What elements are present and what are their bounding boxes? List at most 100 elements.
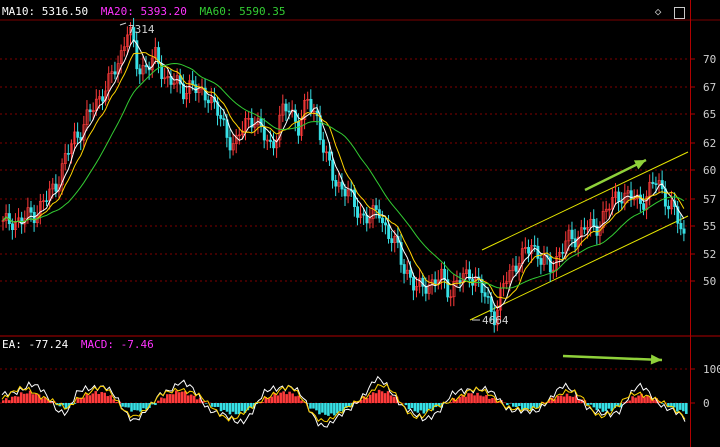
ma10-label: MA10: 5316.50 [2, 5, 89, 18]
macd-bar [136, 403, 139, 411]
candle-body [536, 245, 540, 259]
diamond-icon[interactable]: ◇ [652, 6, 664, 18]
y-tick-label: 52 [703, 248, 716, 261]
macd-bar [676, 403, 679, 412]
candle-body [321, 139, 325, 153]
macd-bar [410, 403, 414, 409]
candle-body [11, 223, 14, 231]
macd-bar [634, 397, 637, 403]
macd-bar [595, 403, 599, 411]
candle-body [592, 218, 596, 227]
candle-body [219, 115, 223, 119]
macd-bar [517, 403, 521, 407]
candle-body [408, 269, 412, 278]
y-tick-label: 57 [703, 193, 716, 206]
macd-bar [392, 396, 396, 403]
macd-bar [324, 403, 327, 415]
candle-body [527, 247, 531, 254]
macd-histogram [1, 375, 688, 428]
macd-bar [163, 398, 166, 403]
trend-arrow-bottom-head [650, 354, 662, 365]
macd-bar [270, 396, 274, 403]
restore-icon[interactable] [674, 7, 685, 19]
annotations: 7314 4664 [119, 22, 663, 365]
macd-bar [371, 392, 375, 403]
macd-bar [276, 395, 279, 403]
candle-body [331, 159, 335, 181]
macd-bar [189, 394, 193, 403]
candle-body [54, 183, 58, 192]
stock-chart[interactable]: 70 67 65 62 60 57 55 52 50 100 0 7314 4664 [0, 0, 720, 447]
candle-body [424, 286, 428, 294]
macd-bar [339, 403, 342, 412]
candle-body [486, 296, 490, 298]
ma10-line [2, 39, 685, 309]
macd-bar [377, 389, 381, 403]
candle-body [654, 183, 658, 185]
candlestick-series [1, 17, 686, 333]
macd-bar [315, 403, 318, 411]
macd-bar [386, 391, 390, 403]
macd-bar [210, 403, 214, 407]
candle-body [284, 103, 288, 112]
macd-bar [127, 403, 130, 408]
macd-bar [169, 394, 172, 403]
candle-body [206, 99, 210, 104]
macd-bar [19, 392, 23, 403]
macd-bar [458, 397, 461, 403]
macd-bar [172, 394, 175, 403]
macd-bar [115, 401, 118, 403]
macd-bar [601, 403, 605, 412]
macd-bar [139, 403, 142, 412]
macd-bar [13, 396, 17, 403]
macd-bar [124, 403, 127, 408]
macd-bar [300, 400, 303, 403]
candle-body [390, 238, 394, 243]
macd-bar [526, 403, 530, 409]
indicator-legend-top: MA10: 5316.50 MA20: 5393.20 MA60: 5590.3… [2, 5, 292, 18]
candle-body [381, 217, 384, 224]
macd-bar [288, 391, 291, 403]
candle-body [514, 265, 518, 272]
macd-bar [285, 394, 288, 403]
candle-body [340, 181, 344, 190]
macd-bar [485, 395, 488, 403]
macd-bar [177, 392, 181, 403]
macd-bar [556, 395, 560, 403]
y-tick-label: 62 [703, 137, 716, 150]
candle-body [29, 207, 33, 213]
candle-body [458, 280, 462, 284]
macd-bar [231, 403, 235, 412]
candle-body [138, 68, 142, 75]
candle-body [483, 292, 487, 297]
candle-body [642, 203, 646, 210]
y-tick-label: 60 [703, 164, 716, 177]
macd-bar [407, 403, 411, 410]
macd-bar [631, 396, 634, 403]
macd-bar [31, 394, 35, 403]
macd-bar [598, 403, 602, 409]
macd-bar [186, 395, 190, 403]
macd-bar [85, 393, 89, 403]
candle-body [297, 121, 300, 136]
candle-body [101, 96, 105, 102]
macd-bar [160, 397, 163, 403]
macd-bar [682, 403, 685, 412]
trend-channel [469, 151, 689, 321]
macd-bar [419, 403, 423, 411]
macd-bar [637, 395, 640, 403]
macd-bar [589, 403, 593, 405]
candle-body [88, 109, 92, 113]
candle-body [433, 279, 437, 285]
candle-body [651, 181, 655, 184]
candle-body [222, 118, 226, 121]
macd-bar [312, 403, 315, 409]
macd-bar [213, 403, 217, 408]
macd-bar [506, 403, 509, 406]
macd-bar [180, 391, 184, 403]
macd-bar [604, 403, 608, 412]
candle-body [561, 252, 565, 254]
macd-bar [646, 395, 649, 403]
macd-bar [476, 392, 479, 403]
macd-bar [503, 402, 506, 404]
